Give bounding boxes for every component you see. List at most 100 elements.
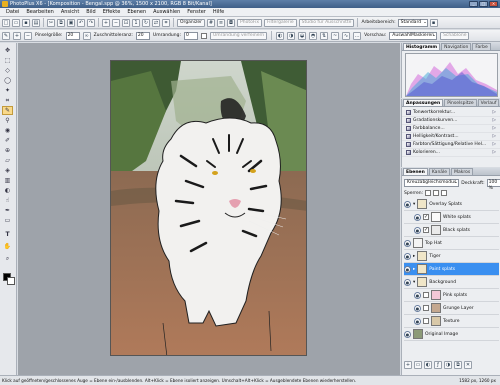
layer-row[interactable]: ● ✓ Black splats: [404, 224, 499, 237]
chevron-down-icon[interactable]: ▾: [413, 202, 415, 207]
link-icon[interactable]: ∞: [82, 31, 91, 40]
lock-pixels-checkbox[interactable]: [433, 190, 440, 196]
eye-icon[interactable]: ●: [404, 278, 411, 286]
effects-icon[interactable]: ƒ: [434, 361, 442, 369]
layer-row[interactable]: ● Pink splats: [404, 289, 499, 302]
move-tool-icon[interactable]: ✥: [2, 46, 13, 55]
fill-mode-icon[interactable]: ◓: [309, 31, 318, 40]
tab-histogramm[interactable]: Histogramm: [403, 43, 441, 50]
vorschau-dropdown[interactable]: AuswahlMaskieren: [389, 31, 438, 40]
selection-tool-icon[interactable]: ⬚: [2, 56, 13, 65]
adjustment-item[interactable]: Farbbalance... ▷: [402, 125, 500, 133]
workspace-dropdown[interactable]: Standard: [397, 18, 428, 27]
tab-anpassungen[interactable]: Anpassungen: [403, 99, 444, 106]
layer-checkbox[interactable]: [423, 305, 429, 311]
crop-icon[interactable]: ⌗: [162, 18, 170, 27]
menu-datei[interactable]: Datei: [6, 9, 19, 15]
zuschnitt-input[interactable]: 20: [135, 31, 150, 40]
camera-icon[interactable]: ◘: [227, 18, 236, 27]
menu-auswaehlen[interactable]: Auswählen: [153, 9, 180, 15]
adjustment-item[interactable]: Helligkeit/Kontrast... ▷: [402, 133, 500, 141]
umrandung-verfeinern-button[interactable]: Umrandung verfeinern: [210, 31, 268, 40]
options-icon[interactable]: …: [353, 31, 362, 40]
grid-icon[interactable]: #: [207, 18, 216, 27]
clone-tool-icon[interactable]: ⊕: [2, 146, 13, 155]
pinselgroesse-input[interactable]: 20: [65, 31, 80, 40]
zoom-out-icon[interactable]: −: [112, 18, 120, 27]
feather-icon[interactable]: ~: [331, 31, 340, 40]
zoom-in-icon[interactable]: +: [102, 18, 110, 27]
umrandung-input[interactable]: 0: [184, 31, 198, 40]
tab-pinselspitze[interactable]: Pinselspitze: [444, 99, 477, 106]
layers-icon[interactable]: ≡: [217, 18, 226, 27]
print-icon[interactable]: ▤: [32, 18, 40, 27]
subtract-selection-icon[interactable]: −: [24, 31, 32, 40]
opacity-input[interactable]: 100 %: [486, 179, 500, 191]
organizer-button[interactable]: Organizer: [177, 18, 206, 27]
mask-icon[interactable]: ◐: [424, 361, 432, 369]
tab-kanaele[interactable]: Kanäle: [428, 168, 451, 175]
pen-tool-icon[interactable]: ✒: [2, 206, 13, 215]
adjustment-item[interactable]: Tonwertkorrektur... ▷: [402, 109, 500, 117]
delete-layer-icon[interactable]: ✕: [464, 361, 472, 369]
eye-icon[interactable]: ●: [404, 252, 411, 260]
adjust-layer-icon[interactable]: ◑: [444, 361, 452, 369]
chevron-right-icon[interactable]: ▸: [413, 254, 415, 259]
adjustment-item[interactable]: Kolorieren... ▷: [402, 149, 500, 157]
layer-checkbox[interactable]: ✓: [423, 227, 429, 233]
close-button[interactable]: ×: [489, 1, 498, 7]
layer-checkbox[interactable]: [423, 318, 429, 324]
studio-button[interactable]: Studio für Ausschnitte: [298, 18, 355, 27]
umrandung-verfeinern-checkbox[interactable]: [201, 32, 207, 39]
text-tool-icon[interactable]: T: [2, 230, 13, 239]
layer-row[interactable]: ● Original Image: [404, 328, 499, 341]
brush-mode-icon[interactable]: ◑: [287, 31, 296, 40]
open-file-icon[interactable]: ▭: [12, 18, 20, 27]
dodge-tool-icon[interactable]: ◐: [2, 186, 13, 195]
gradient-tool-icon[interactable]: ▥: [2, 176, 13, 185]
menu-ebenen[interactable]: Ebenen: [127, 9, 146, 15]
canvas-area[interactable]: [18, 43, 400, 375]
tab-ebenen[interactable]: Ebenen: [403, 168, 428, 175]
maximize-button[interactable]: □: [479, 1, 488, 7]
actual-size-icon[interactable]: 1: [132, 18, 140, 27]
layer-row[interactable]: ● Top Hat: [404, 237, 499, 250]
undo-icon[interactable]: ↶: [77, 18, 85, 27]
menu-ansicht[interactable]: Ansicht: [61, 9, 79, 15]
redo-icon[interactable]: ↷: [87, 18, 95, 27]
eye-icon[interactable]: ●: [404, 330, 411, 338]
eraser-tool-icon[interactable]: ▱: [2, 156, 13, 165]
deformation-tool-icon[interactable]: ◇: [2, 66, 13, 75]
new-group-icon[interactable]: ▭: [414, 361, 422, 369]
magic-wand-tool-icon[interactable]: ✦: [2, 86, 13, 95]
tab-verlauf[interactable]: Verlauf: [477, 99, 500, 106]
refine-icon[interactable]: ◐: [276, 31, 285, 40]
rotate-icon[interactable]: ↻: [142, 18, 150, 27]
menu-hilfe[interactable]: Hilfe: [213, 9, 224, 15]
layer-checkbox[interactable]: ✓: [423, 214, 429, 220]
eye-icon[interactable]: ●: [414, 304, 421, 312]
flip-icon[interactable]: ⇄: [152, 18, 160, 27]
eye-icon[interactable]: ●: [414, 213, 421, 221]
zoom-tool-icon[interactable]: ⌕: [2, 254, 13, 263]
new-file-icon[interactable]: □: [2, 18, 10, 27]
fill-tool-icon[interactable]: ◈: [2, 166, 13, 175]
brush-preset-icon[interactable]: ✎: [2, 31, 10, 40]
layer-row[interactable]: ● Texture: [404, 315, 499, 328]
schablone-button[interactable]: Schablone: [440, 31, 470, 40]
red-eye-tool-icon[interactable]: ◉: [2, 126, 13, 135]
adjustment-item[interactable]: Farbton/Sättigung/Relative Hel... ▷: [402, 141, 500, 149]
copy-icon[interactable]: ⧉: [57, 18, 65, 27]
lock-transparency-checkbox[interactable]: [425, 190, 432, 196]
layer-row-selected[interactable]: ● ▸ Paint splats: [404, 263, 499, 276]
adjustment-item[interactable]: Gradationskurven... ▷: [402, 117, 500, 125]
fit-window-icon[interactable]: ⊡: [122, 18, 130, 27]
eye-icon[interactable]: ●: [404, 239, 411, 247]
duplicate-icon[interactable]: ⧉: [454, 361, 462, 369]
layer-row[interactable]: ● ▾ Background: [404, 276, 499, 289]
tab-navigation[interactable]: Navigation: [441, 43, 472, 50]
document-image[interactable]: [110, 60, 307, 356]
eye-icon[interactable]: ●: [414, 291, 421, 299]
tab-farbe[interactable]: Farbe: [472, 43, 491, 50]
layer-row[interactable]: ● Grunge Layer: [404, 302, 499, 315]
